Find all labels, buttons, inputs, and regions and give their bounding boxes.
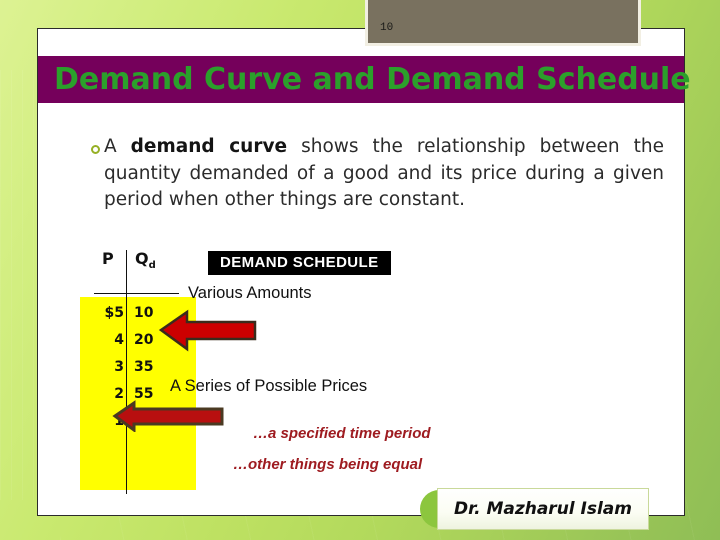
body-lead: A [104,136,131,157]
slide-stage: 10 Demand Curve and Demand Schedule A de… [0,0,720,540]
slide-number-placeholder-box: 10 [365,0,641,46]
column-divider-line [126,250,127,494]
body-paragraph: A demand curve shows the relationship be… [91,134,664,214]
table-cell-price: 2 [114,386,124,402]
author-badge: Dr. Mazharul Islam [420,488,650,530]
header-rule-line [94,293,179,294]
demand-schedule-tag: DEMAND SCHEDULE [208,251,391,275]
table-cell-price: $5 [104,305,124,321]
note-ceteris-paribus: …other things being equal [233,456,423,473]
body-text-block: A demand curve shows the relationship be… [91,134,664,214]
table-cell-quantity: 35 [134,359,154,375]
column-header-price: P [102,249,114,268]
label-various-amounts: Various Amounts [188,284,312,302]
author-name: Dr. Mazharul Islam [454,499,632,519]
column-header-quantity: Qd [135,249,156,272]
arrow-to-price-column-icon [112,400,224,432]
arrow-to-quantity-column-icon [158,309,257,352]
page-title: Demand Curve and Demand Schedule [54,62,691,97]
slide-title-banner: Demand Curve and Demand Schedule [38,56,691,103]
table-cell-quantity: 55 [134,386,154,402]
hollow-circle-bullet-icon [91,145,100,154]
page-number: 10 [380,22,394,34]
author-pill: Dr. Mazharul Islam [437,488,649,530]
table-cell-price: 4 [114,332,124,348]
background-decoration [0,70,40,500]
body-emphasis: demand curve [130,136,288,157]
label-series-of-prices: A Series of Possible Prices [170,377,368,395]
note-time-period: …a specified time period [253,425,431,442]
demand-schedule-table: P Qd $5 10 4 20 3 35 2 55 1 80 [78,247,198,495]
table-cell-price: 3 [114,359,124,375]
